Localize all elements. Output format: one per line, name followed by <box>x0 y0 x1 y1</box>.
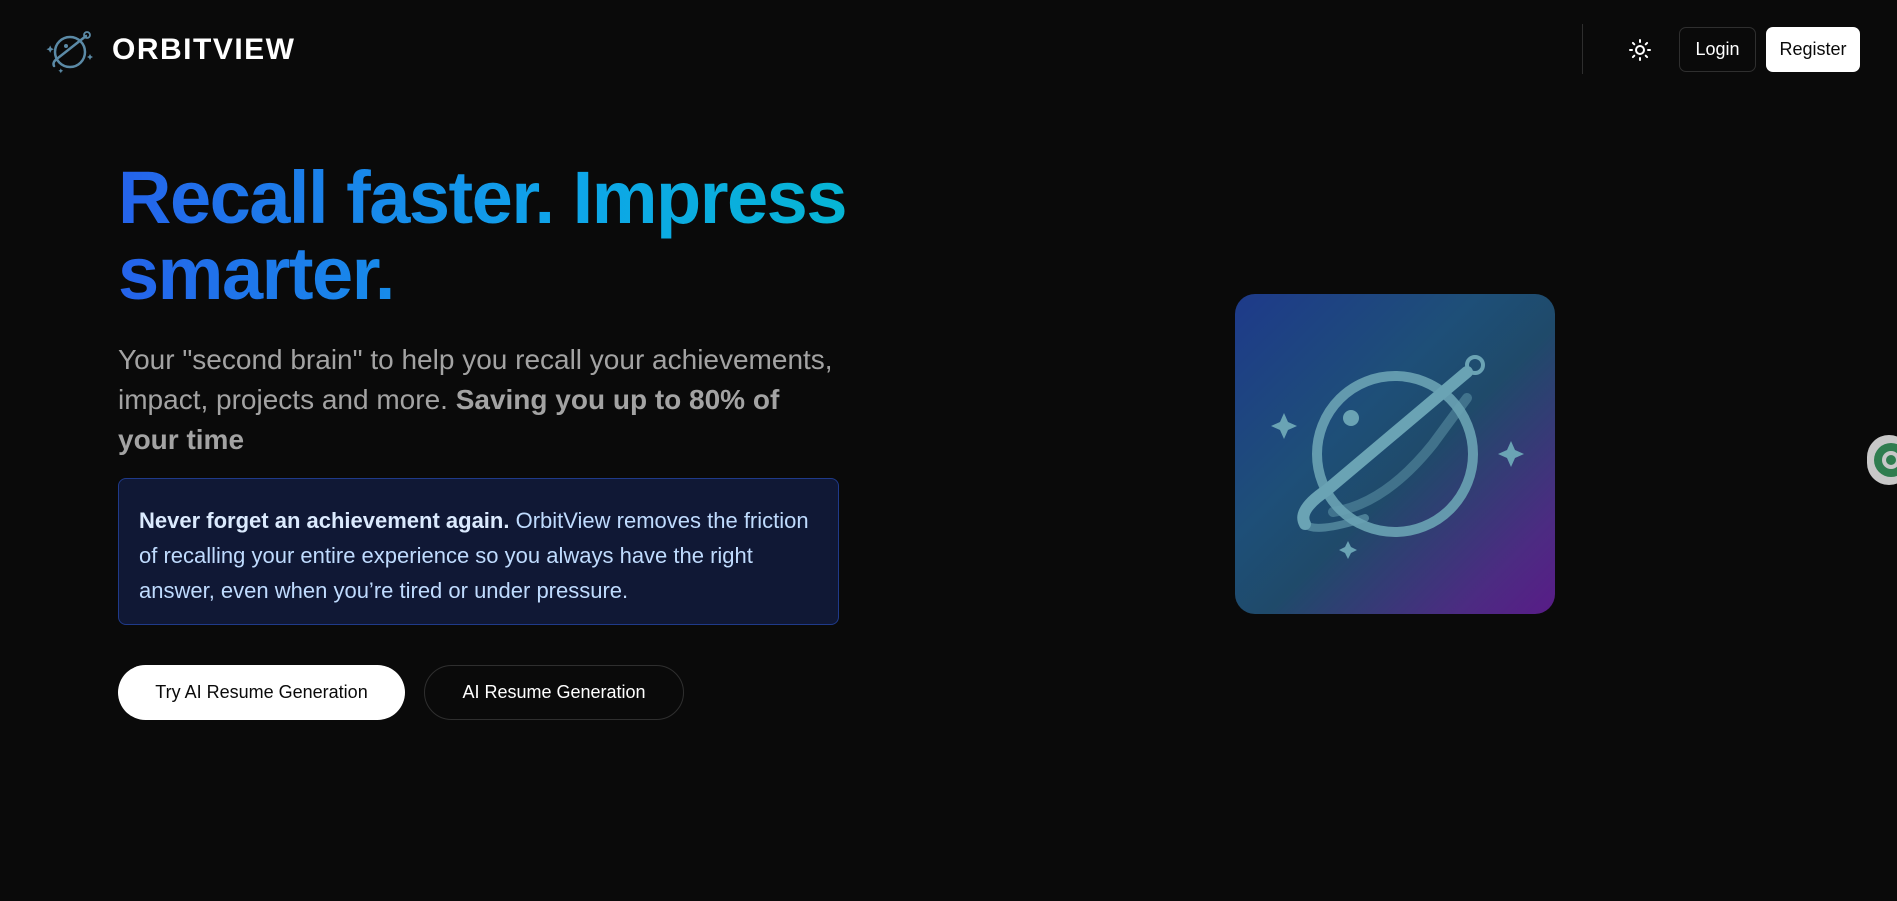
register-button[interactable]: Register <box>1766 27 1860 72</box>
login-button[interactable]: Login <box>1679 27 1756 72</box>
try-ai-resume-button[interactable]: Try AI Resume Generation <box>118 665 405 720</box>
callout-box: Never forget an achievement again. Orbit… <box>118 478 839 625</box>
brand[interactable]: ORBITVIEW <box>44 26 296 74</box>
callout-heading: Never forget an achievement again. <box>139 508 510 533</box>
nav-divider <box>1582 24 1583 74</box>
hero-illustration <box>1235 294 1555 614</box>
landing-page: ORBITVIEW Login Register Recall faster. … <box>0 0 1897 901</box>
ai-resume-button[interactable]: AI Resume Generation <box>424 665 684 720</box>
widget-logo-icon <box>1874 443 1897 477</box>
hero-subtitle: Your "second brain" to help you recall y… <box>118 340 838 460</box>
side-widget-tab[interactable] <box>1867 435 1897 485</box>
hero-title: Recall faster. Impress smarter. <box>118 160 858 312</box>
planet-logo-icon <box>46 31 93 74</box>
brand-name: ORBITVIEW <box>112 33 296 66</box>
theme-toggle-button[interactable] <box>1620 30 1660 70</box>
sun-icon <box>1629 39 1651 61</box>
top-nav: ORBITVIEW Login Register <box>0 0 1897 100</box>
planet-icon <box>1271 355 1524 559</box>
